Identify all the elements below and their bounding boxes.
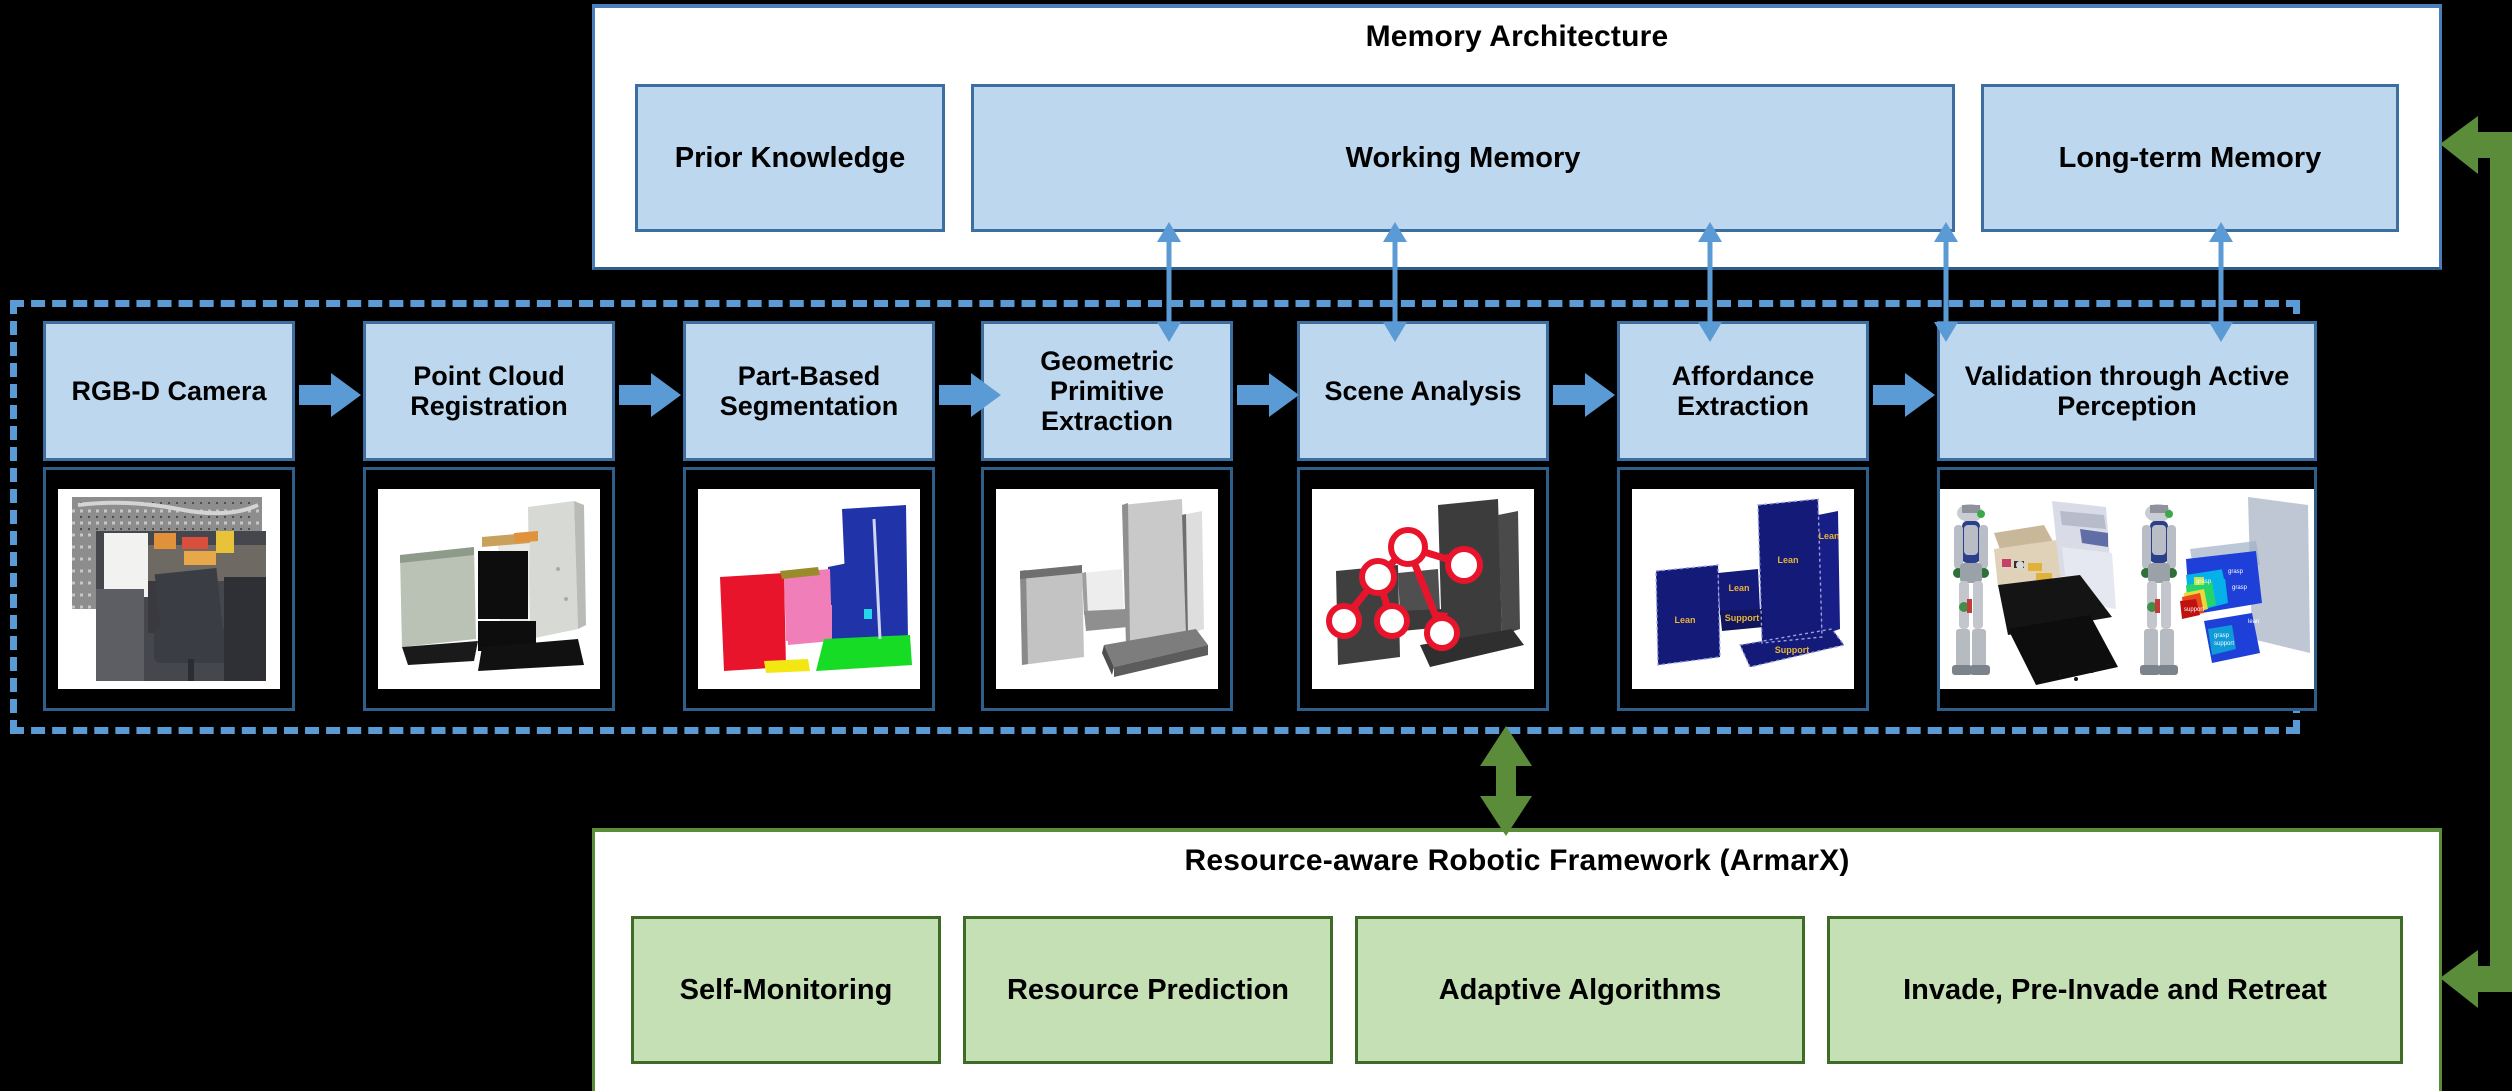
pipeline-arrow-2: [619, 373, 681, 417]
stage-thumbnail-rgbd-camera: [43, 467, 295, 711]
stage-thumbnail-part-based-segmentation: [683, 467, 935, 711]
pipeline-stage-validation-active-perception[interactable]: Validation through Active Perception gra…: [1937, 321, 2317, 711]
stage-thumbnail-scene-analysis: [1297, 467, 1549, 711]
pipeline-stage-point-cloud-registration[interactable]: Point Cloud Registration: [363, 321, 615, 711]
validation-label-grasp-1: grasp: [2196, 579, 2212, 585]
pipeline-stage-geometric-primitive-extraction[interactable]: Geometric Primitive Extraction: [981, 321, 1233, 711]
stage-thumbnail-validation-active-perception: grasp grasp grasp support lean grasp sup…: [1937, 467, 2317, 711]
validation-label-grasp-3: grasp: [2232, 585, 2248, 591]
validation-label-grasp-4: grasp: [2214, 633, 2230, 639]
pipeline-arrow-1: [299, 373, 361, 417]
memory-feedback-arrow: [2440, 116, 2512, 174]
stage-label-affordance-extraction: Affordance Extraction: [1617, 321, 1869, 461]
affordance-label-lean-1: Lean: [1777, 555, 1798, 565]
framework-box-invade-pre-invade-retreat[interactable]: Invade, Pre-Invade and Retreat: [1827, 916, 2403, 1064]
memory-box-long-term-memory[interactable]: Long-term Memory: [1981, 84, 2399, 232]
memory-link-arrow-4: [1934, 222, 1958, 342]
validation-label-grasp-2: grasp: [2228, 569, 2244, 575]
stage-thumbnail-geometric-primitive-extraction: [981, 467, 1233, 711]
perception-pipeline-frame: RGB-D Camera Point Cloud Registration Pa…: [10, 300, 2317, 734]
affordance-label-support-1: Support: [1725, 613, 1760, 623]
affordance-label-support-2: Support: [1775, 645, 1810, 655]
diagram-root: Memory Architecture Prior Knowledge Work…: [0, 0, 2512, 1091]
memory-link-arrow-3: [1698, 222, 1722, 342]
stage-label-point-cloud-registration: Point Cloud Registration: [363, 321, 615, 461]
memory-box-prior-knowledge[interactable]: Prior Knowledge: [635, 84, 945, 232]
resource-aware-framework-panel: Resource-aware Robotic Framework (ArmarX…: [592, 828, 2442, 1091]
memory-architecture-panel: Memory Architecture Prior Knowledge Work…: [592, 4, 2442, 270]
framework-title: Resource-aware Robotic Framework (ArmarX…: [1184, 844, 1850, 877]
framework-box-resource-prediction[interactable]: Resource Prediction: [963, 916, 1333, 1064]
affordance-label-lean-3: Lean: [1728, 583, 1749, 593]
pipeline-arrow-5: [1553, 373, 1615, 417]
validation-label-support-2: support: [2214, 641, 2234, 647]
memory-boxes-row: Prior Knowledge Working Memory Long-term…: [635, 84, 2399, 232]
pipeline-arrow-4: [1237, 373, 1299, 417]
pipeline-stage-scene-analysis[interactable]: Scene Analysis: [1297, 321, 1549, 711]
feedback-rail: [2490, 132, 2512, 978]
stage-label-scene-analysis: Scene Analysis: [1297, 321, 1549, 461]
pipeline-arrow-6: [1873, 373, 1935, 417]
stage-label-validation-active-perception: Validation through Active Perception: [1937, 321, 2317, 461]
framework-boxes-row: Self-Monitoring Resource Prediction Adap…: [631, 916, 2403, 1064]
affordance-label-lean-2: Lean: [1818, 531, 1839, 541]
stage-thumbnail-affordance-extraction: Lean Lean Lean Lean Support Support: [1617, 467, 1869, 711]
memory-link-arrow-1: [1157, 222, 1181, 342]
affordance-label-lean-4: Lean: [1674, 615, 1695, 625]
framework-link-arrow: [1480, 726, 1532, 836]
perception-pipeline-inner: RGB-D Camera Point Cloud Registration Pa…: [31, 321, 2317, 713]
memory-box-working-memory[interactable]: Working Memory: [971, 84, 1955, 232]
stage-label-part-based-segmentation: Part-Based Segmentation: [683, 321, 935, 461]
pipeline-arrow-3: [939, 373, 1001, 417]
memory-link-arrow-2: [1383, 222, 1407, 342]
framework-feedback-arrow: [2440, 950, 2512, 1008]
memory-link-arrow-5: [2209, 222, 2233, 342]
pipeline-stage-affordance-extraction[interactable]: Affordance Extraction Lean Lean Lean Lea…: [1617, 321, 1869, 711]
pipeline-stage-rgbd-camera[interactable]: RGB-D Camera: [43, 321, 295, 711]
stage-label-rgbd-camera: RGB-D Camera: [43, 321, 295, 461]
framework-box-self-monitoring[interactable]: Self-Monitoring: [631, 916, 941, 1064]
memory-architecture-title: Memory Architecture: [1365, 20, 1669, 53]
validation-label-lean-1: lean: [2248, 619, 2259, 625]
framework-box-adaptive-algorithms[interactable]: Adaptive Algorithms: [1355, 916, 1805, 1064]
stage-label-geometric-primitive-extraction: Geometric Primitive Extraction: [981, 321, 1233, 461]
pipeline-stage-part-based-segmentation[interactable]: Part-Based Segmentation: [683, 321, 935, 711]
stage-thumbnail-point-cloud-registration: [363, 467, 615, 711]
validation-label-support-1: support: [2184, 607, 2204, 613]
